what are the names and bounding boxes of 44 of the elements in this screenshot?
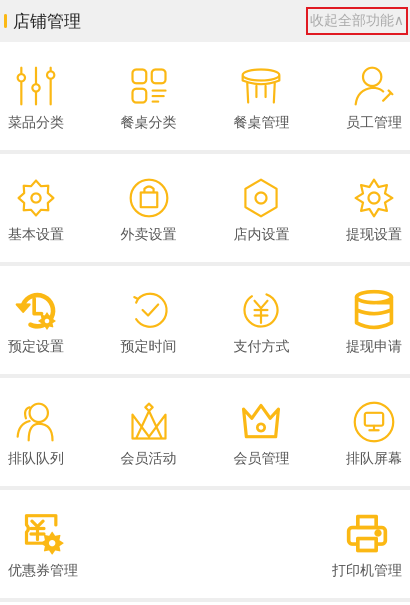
menu-item[interactable]: 预定时间 xyxy=(120,288,177,358)
menu-item[interactable]: 店内设置 xyxy=(233,176,290,246)
shopping-bag-icon xyxy=(126,176,171,220)
menu-label: 员工管理 xyxy=(346,114,402,132)
menu-label: 会员管理 xyxy=(233,450,290,468)
menu-item[interactable]: 基本设置 xyxy=(8,176,64,246)
menu-item[interactable]: 外卖设置 xyxy=(120,176,177,246)
menu-item[interactable]: 排队屏幕 xyxy=(346,400,402,470)
sliders-icon xyxy=(14,64,58,108)
menu-label: 排队屏幕 xyxy=(346,450,402,468)
menu-item[interactable]: 会员管理 xyxy=(233,400,290,470)
menu-label: 菜品分类 xyxy=(8,114,64,132)
menu-item[interactable]: 打印机管理 xyxy=(332,512,402,582)
sun-gear-icon xyxy=(352,176,396,220)
menu-item[interactable]: 菜品分类 xyxy=(8,64,64,134)
menu-item[interactable]: 优惠券管理 xyxy=(8,512,78,582)
person-wrench-icon xyxy=(352,64,396,108)
menu-label: 预定时间 xyxy=(120,338,177,356)
coin-stack-icon xyxy=(352,288,396,332)
menu-item[interactable]: 会员活动 xyxy=(120,400,177,470)
menu-label: 基本设置 xyxy=(8,226,64,244)
menu-item[interactable]: 餐桌管理 xyxy=(233,64,290,134)
menu-item[interactable]: 提现设置 xyxy=(346,176,402,246)
menu-label: 餐桌分类 xyxy=(120,114,177,132)
menu-item[interactable]: 预定设置 xyxy=(8,288,64,358)
menu-label: 会员活动 xyxy=(120,450,177,468)
menu-label: 外卖设置 xyxy=(120,226,177,244)
menu-label: 支付方式 xyxy=(233,338,290,356)
menu-label: 排队队列 xyxy=(8,450,64,468)
menu-item[interactable]: 餐桌分类 xyxy=(120,64,177,134)
menu-label: 提现设置 xyxy=(346,226,402,244)
section-title: 店铺管理 xyxy=(13,10,82,32)
menu-item[interactable]: 提现申请 xyxy=(346,288,402,358)
menu-label: 提现申请 xyxy=(346,338,402,356)
monitor-icon xyxy=(352,400,396,444)
menu-label: 打印机管理 xyxy=(332,562,402,580)
menu-item[interactable]: 支付方式 xyxy=(233,288,290,358)
menu-label: 预定设置 xyxy=(8,338,64,356)
accent-bar xyxy=(4,14,7,28)
menu-label: 优惠券管理 xyxy=(8,562,78,580)
menu-label: 店内设置 xyxy=(233,226,290,244)
menu-item[interactable]: 排队队列 xyxy=(8,400,64,470)
menu-label: 餐桌管理 xyxy=(233,114,290,132)
menu-item[interactable]: 员工管理 xyxy=(346,64,402,134)
